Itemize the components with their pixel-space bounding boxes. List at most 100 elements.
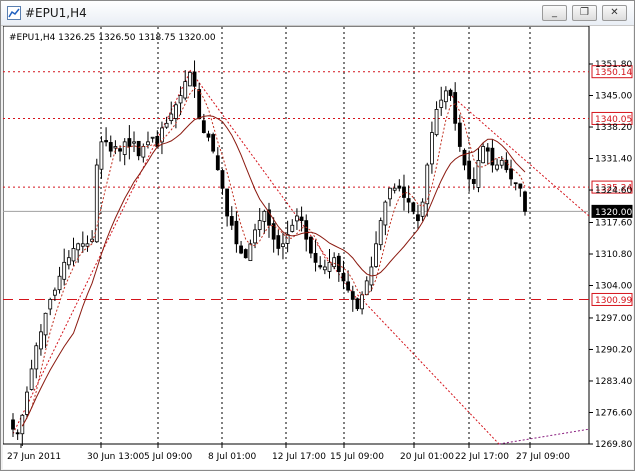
candle-body <box>85 243 90 247</box>
candle-body <box>416 214 420 222</box>
candle-body <box>118 148 122 152</box>
time-axis: 27 Jun 2011 30 Jun 13:00 5 Jul 09:00 8 Jul … <box>7 444 570 462</box>
candle-body <box>383 201 388 226</box>
candle-body <box>467 160 472 180</box>
restore-button[interactable]: ❐ <box>572 5 597 21</box>
candle-body <box>11 419 15 430</box>
candle-body <box>257 220 262 230</box>
price-label: 1317.60 <box>595 218 632 228</box>
candle-body <box>485 147 490 152</box>
time-label: 27 Jul 09:00 <box>516 452 570 462</box>
candle-body <box>104 140 108 143</box>
candle-body <box>453 92 458 124</box>
symbol-info: #EPU1,H4 1326.25 1326.50 1318.75 1320.00 <box>9 33 216 43</box>
minimize-button[interactable]: _ <box>542 5 567 21</box>
candle-body <box>341 273 346 282</box>
candle-body <box>397 185 402 189</box>
candle-body <box>234 220 239 245</box>
candle-body <box>187 71 192 87</box>
candle-body <box>39 331 43 350</box>
candle-body <box>183 81 188 99</box>
candle-body <box>499 159 504 166</box>
time-label: 5 Jul 09:00 <box>144 452 193 462</box>
candle-body <box>262 210 267 222</box>
candle-body <box>434 109 439 136</box>
candle-body <box>62 261 67 280</box>
candle-body <box>99 141 104 170</box>
window-title: #EPU1,H4 <box>25 6 87 20</box>
candle-body <box>355 298 360 310</box>
candle-body <box>243 249 248 259</box>
price-label: 1310.80 <box>595 250 632 260</box>
price-label: 1324.60 <box>595 186 632 196</box>
candle-body <box>509 168 513 180</box>
level-label: 1300.99 <box>595 296 632 306</box>
candle-body <box>308 236 313 254</box>
candle-body <box>192 71 197 87</box>
time-label: 30 Jun 13:00 <box>87 452 144 462</box>
candle-body <box>15 432 20 435</box>
candle-body <box>57 275 62 291</box>
candle-body <box>211 134 216 152</box>
title-bar[interactable]: #EPU1,H4 _ ❐ ✕ <box>1 1 634 26</box>
time-label: 22 Jul 17:00 <box>455 452 509 462</box>
candle-body <box>141 146 146 158</box>
time-label: 20 Jul 01:00 <box>400 452 454 462</box>
candle-body <box>327 261 332 272</box>
time-label: 27 Jun 2011 <box>7 452 61 462</box>
candle-body <box>201 120 206 133</box>
candle-body <box>206 133 211 138</box>
candle-body <box>136 140 141 157</box>
candle-body <box>229 216 234 226</box>
candle-body <box>374 243 378 267</box>
candle-body <box>420 201 425 217</box>
candle-body <box>108 142 113 152</box>
candle-body <box>443 90 448 103</box>
candle-body <box>476 159 481 188</box>
candle-body <box>220 170 225 189</box>
candle-body <box>481 146 486 164</box>
candle-body <box>336 255 341 273</box>
candle-body <box>197 89 202 120</box>
candle-body <box>346 281 351 291</box>
price-label: 1297.00 <box>595 314 632 324</box>
candle-body <box>225 188 230 217</box>
price-chart[interactable]: #EPU1,H4 1326.25 1326.50 1318.75 1320.00… <box>2 25 633 469</box>
candle-body <box>402 186 406 198</box>
time-label: 8 Jul 01:00 <box>208 452 257 462</box>
candle-body <box>364 280 369 296</box>
candle-body <box>71 248 76 262</box>
candle-body <box>66 257 71 266</box>
candle-body <box>248 243 253 262</box>
candle-body <box>439 99 444 108</box>
candle-body <box>122 141 127 155</box>
candle-body <box>76 243 81 251</box>
candle-body <box>462 149 467 166</box>
candle-body <box>290 224 295 232</box>
candle-body <box>406 198 411 203</box>
price-label: 1331.40 <box>595 155 632 165</box>
candle-body <box>523 191 527 212</box>
candle-body <box>113 146 118 149</box>
candle-body <box>276 235 281 249</box>
candle-body <box>281 243 285 247</box>
candle-body <box>295 215 299 222</box>
time-label: 12 Jul 17:00 <box>272 452 326 462</box>
candle-body <box>43 312 48 336</box>
candle-body <box>132 141 136 144</box>
candle-body <box>253 229 257 244</box>
candle-body <box>178 95 183 104</box>
candle-body <box>332 257 337 268</box>
candle-body <box>518 183 523 189</box>
candle-body <box>215 155 220 171</box>
candle-body <box>80 243 85 247</box>
candle-body <box>318 265 323 268</box>
candle-body <box>411 202 416 212</box>
close-button[interactable]: ✕ <box>602 5 627 21</box>
chart-window: #EPU1,H4 _ ❐ ✕ #EPU1,H4 1326.25 1326.50 … <box>0 0 635 471</box>
candle-body <box>174 104 178 119</box>
candle-body <box>34 345 39 370</box>
candle-body <box>513 182 518 185</box>
chart-canvas[interactable]: #EPU1,H4 1326.25 1326.50 1318.75 1320.00… <box>2 25 633 469</box>
price-label: 1345.00 <box>595 92 632 102</box>
